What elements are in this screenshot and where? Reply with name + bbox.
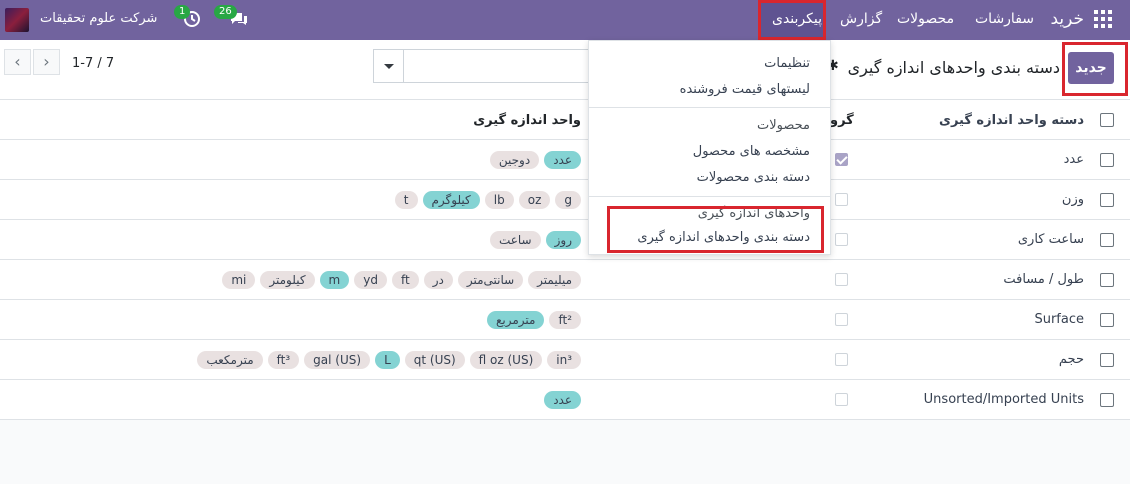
chevron-down-icon[interactable]: [374, 50, 404, 82]
uom-tag-reference: L: [375, 351, 400, 369]
column-header-uom[interactable]: واحد اندازه گیری: [473, 113, 581, 128]
page-title: دسته بندی واحدهای اندازه گیری: [847, 58, 1060, 77]
uom-tag: مترمکعب: [197, 351, 263, 369]
table-row[interactable]: وزن g oz lb کیلوگرم t: [0, 180, 1130, 220]
uom-tag: mi: [222, 271, 256, 289]
uom-tag-reference: مترمربع: [487, 311, 545, 329]
menu-orders[interactable]: سفارشات: [975, 11, 1034, 27]
uom-tags: عدد دوجین: [489, 151, 581, 169]
new-button-highlight: [1062, 42, 1128, 96]
group-by-checkbox: [835, 393, 848, 406]
uom-tag: t: [394, 191, 418, 209]
category-name: طول / مسافت: [1003, 272, 1084, 287]
pager-next-button[interactable]: ›: [33, 49, 60, 75]
table-row[interactable]: عدد عدد دوجین: [0, 140, 1130, 180]
row-checkbox[interactable]: [1100, 393, 1114, 407]
group-by-checkbox: [835, 353, 848, 366]
uom-tag: ساعت: [489, 231, 541, 249]
uom-tag-reference: m: [319, 271, 350, 289]
menu-item-settings[interactable]: تنظیمات: [764, 56, 810, 71]
uom-tag: میلیمتر: [528, 271, 581, 289]
uom-tags: روز ساعت: [489, 231, 581, 249]
uom-tag: دوجین: [489, 151, 540, 169]
table-row[interactable]: حجم in³ fl oz (US) qt (US) Lgal (US) ft³ مترمک…: [0, 340, 1130, 380]
row-checkbox[interactable]: [1100, 233, 1114, 247]
row-checkbox[interactable]: [1100, 193, 1114, 207]
pager-value[interactable]: 1-7 / 7: [72, 56, 114, 71]
table-row[interactable]: طول / مسافت میلیمتر سانتی‌متر در ft yd m کیلومت…: [0, 260, 1130, 300]
menu-configuration[interactable]: پیکربندی: [772, 11, 822, 27]
uom-tag: ft²: [549, 311, 581, 329]
top-navbar: خرید سفارشات محصولات گزارش پیکربندی شرکت…: [0, 0, 1130, 40]
table-row[interactable]: ساعت کاری روز ساعت: [0, 220, 1130, 260]
uom-tag: در: [423, 271, 453, 289]
uom-tag: yd: [354, 271, 387, 289]
uom-tag: g: [555, 191, 581, 209]
menu-reporting[interactable]: گزارش: [840, 11, 882, 27]
menu-divider: [589, 107, 830, 108]
row-checkbox[interactable]: [1100, 153, 1114, 167]
menu-item-product-categories[interactable]: دسته بندی محصولات: [697, 170, 810, 185]
uom-tag: کیلومتر: [260, 271, 315, 289]
row-checkbox[interactable]: [1100, 273, 1114, 287]
row-checkbox[interactable]: [1100, 313, 1114, 327]
column-header-category[interactable]: دسته واحد اندازه گیری: [939, 113, 1084, 128]
category-name: وزن: [1061, 192, 1084, 207]
uom-tag: oz: [518, 191, 551, 209]
menu-divider: [589, 196, 830, 197]
group-by-checkbox: [835, 273, 848, 286]
uom-tag-reference: کیلوگرم: [422, 191, 480, 209]
category-name: Unsorted/Imported Units: [923, 392, 1084, 407]
uom-tag: سانتی‌متر: [457, 271, 524, 289]
column-header-group[interactable]: گرو: [830, 113, 854, 128]
uom-tag-reference: عدد: [544, 151, 581, 169]
category-name: ساعت کاری: [1017, 232, 1084, 247]
menu-products[interactable]: محصولات: [897, 11, 954, 27]
category-name: عدد: [1063, 152, 1084, 167]
uom-tag-reference: عدد: [544, 391, 581, 409]
search-input[interactable]: [373, 49, 603, 83]
uom-tags: in³ fl oz (US) qt (US) Lgal (US) ft³ مترمکعب: [197, 351, 581, 369]
uom-tags: عدد: [544, 391, 581, 409]
uom-tag-reference: روز: [545, 231, 581, 249]
app-brand[interactable]: خرید: [1050, 9, 1084, 29]
uom-tags: g oz lb کیلوگرم t: [394, 191, 581, 209]
select-all-checkbox[interactable]: [1100, 113, 1114, 127]
messages-count-badge: 26: [214, 5, 237, 19]
pager-previous-button[interactable]: ‹: [4, 49, 31, 75]
menu-item-vendor-pricelists[interactable]: لیستهای قیمت فروشنده: [680, 82, 810, 97]
uom-tag: fl oz (US): [469, 351, 543, 369]
table-row[interactable]: Unsorted/Imported Units عدد: [0, 380, 1130, 420]
uom-tag: lb: [484, 191, 514, 209]
row-checkbox[interactable]: [1100, 353, 1114, 367]
category-name: حجم: [1058, 352, 1084, 367]
uom-categories-highlight: [607, 206, 824, 253]
uom-tag: qt (US): [404, 351, 465, 369]
uom-tag: gal (US): [304, 351, 371, 369]
table-row[interactable]: Surface ft² مترمربع: [0, 300, 1130, 340]
group-by-checkbox: [835, 193, 848, 206]
uom-tags: ft² مترمربع: [487, 311, 581, 329]
group-by-checkbox: [835, 233, 848, 246]
company-name[interactable]: شرکت علوم تحقیقات: [40, 11, 157, 26]
category-name: Surface: [1034, 312, 1084, 327]
user-avatar[interactable]: [5, 8, 29, 32]
group-by-checkbox: [835, 313, 848, 326]
menu-section-products: محصولات: [757, 118, 810, 133]
group-by-checkbox: [835, 153, 848, 166]
table-header: دسته واحد اندازه گیری گرو واحد اندازه گی…: [0, 100, 1130, 140]
uom-tags: میلیمتر سانتی‌متر در ft yd m کیلومتر mi: [222, 271, 581, 289]
apps-menu-icon[interactable]: [1094, 10, 1112, 28]
menu-item-product-attributes[interactable]: مشخصه های محصول: [693, 144, 810, 159]
uom-tag: ft³: [267, 351, 300, 369]
uom-tag: ft: [391, 271, 419, 289]
activity-count-badge: 1: [174, 5, 191, 19]
uom-tag: in³: [547, 351, 581, 369]
